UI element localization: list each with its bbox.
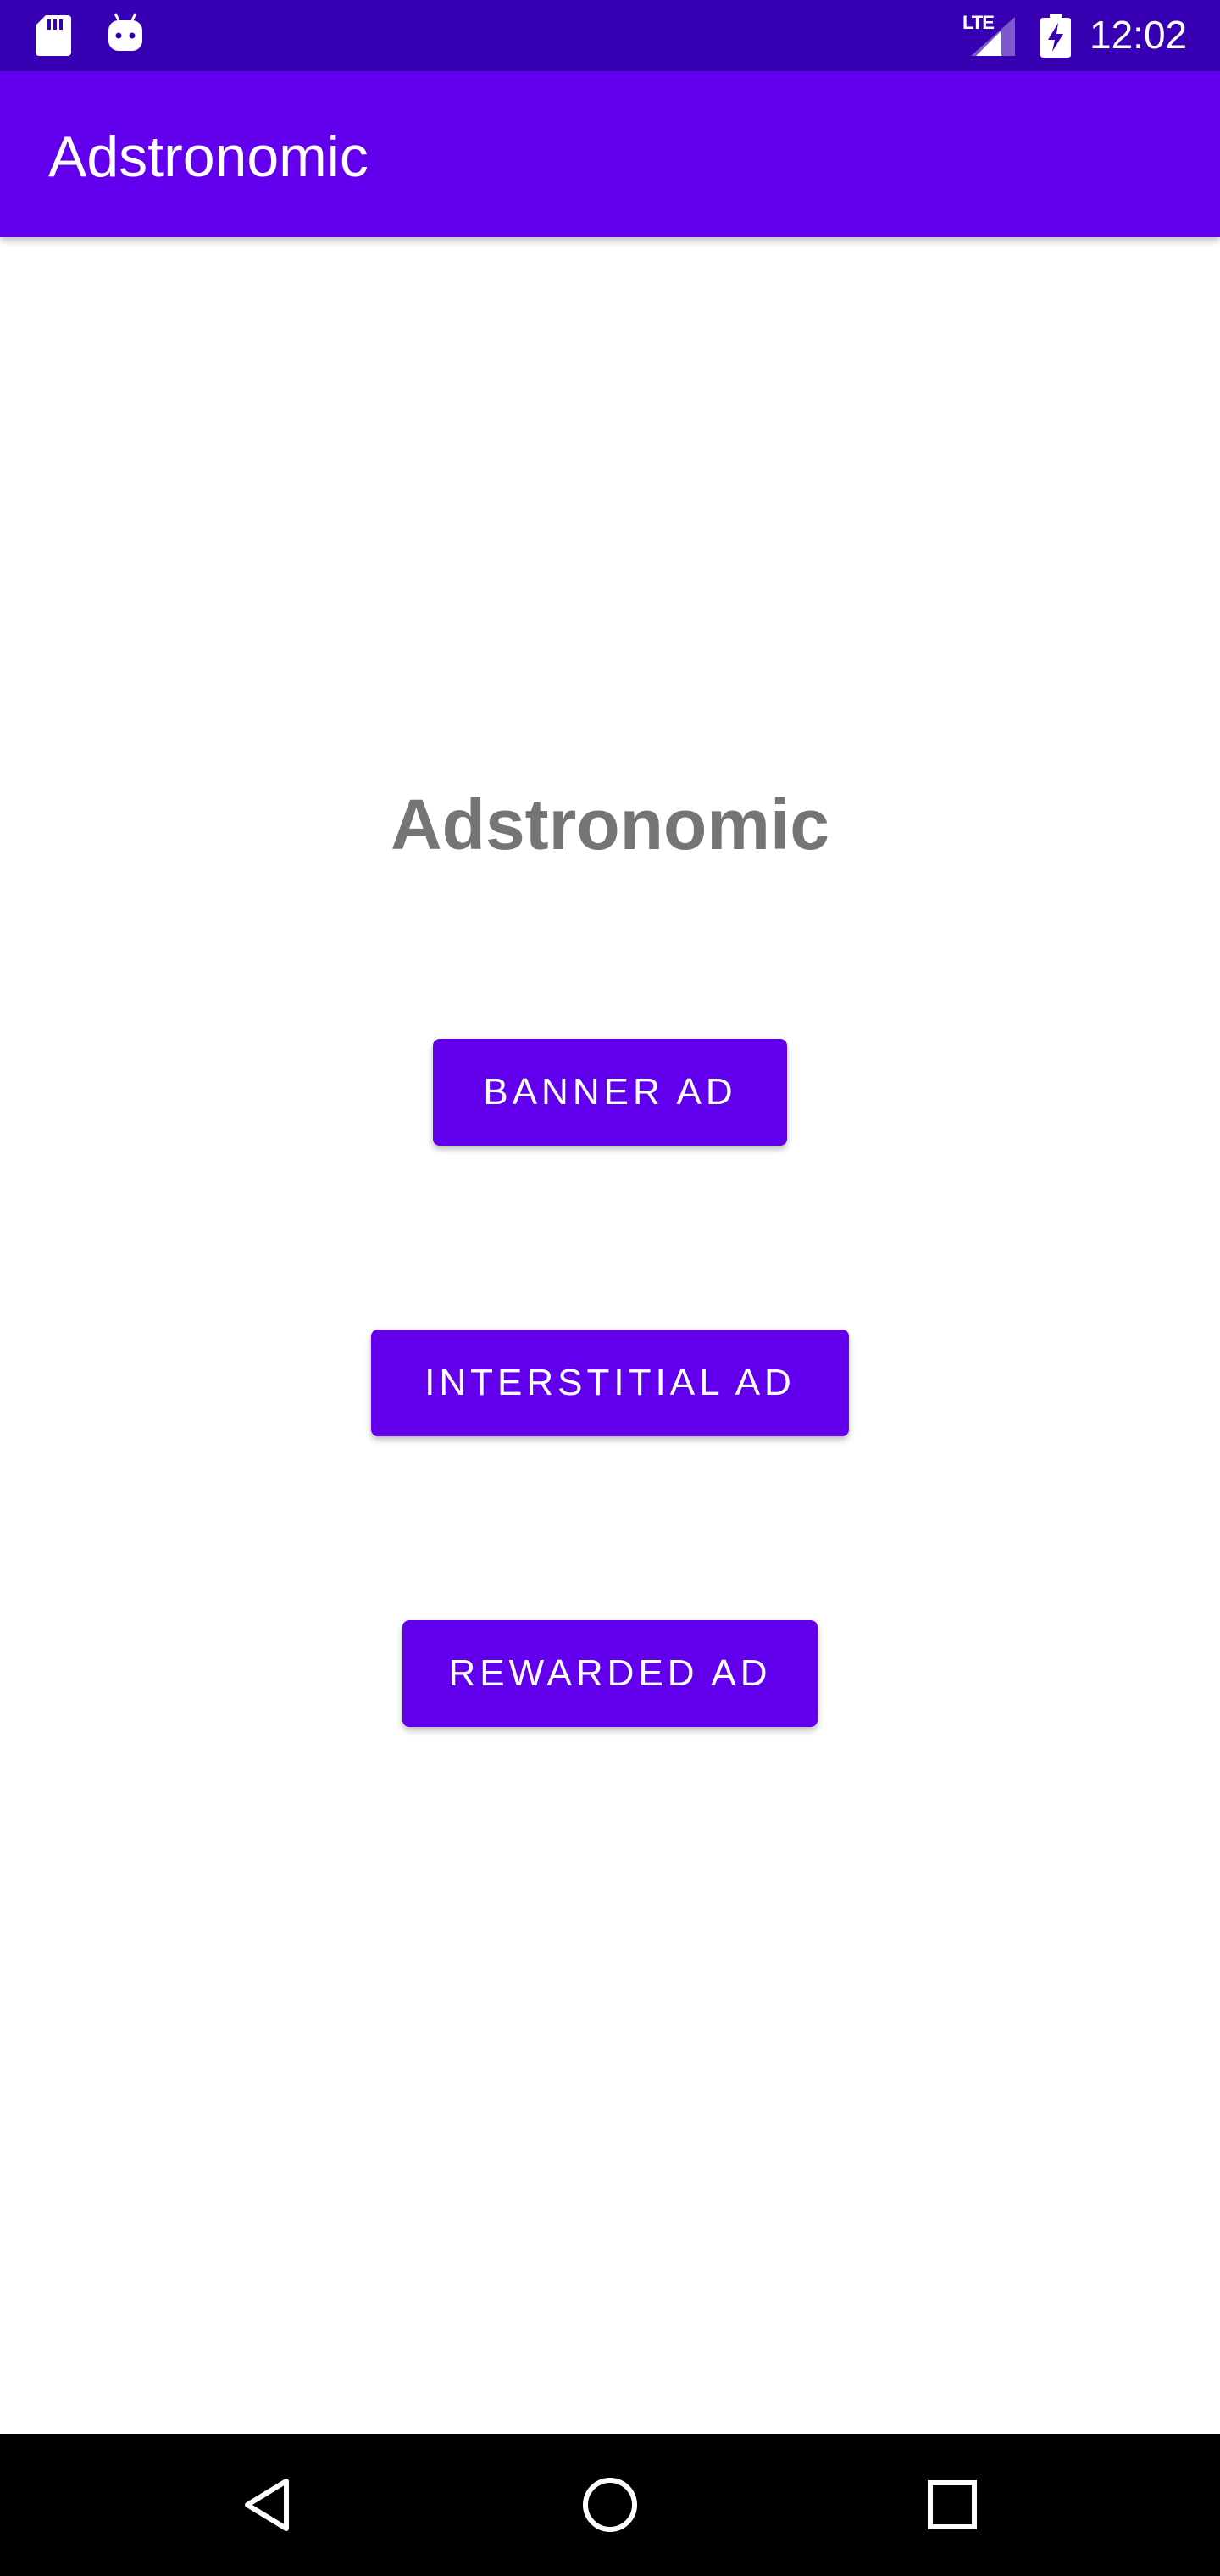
recents-icon[interactable] xyxy=(918,2471,986,2539)
interstitial-ad-button[interactable]: INTERSTITIAL AD xyxy=(371,1330,849,1436)
android-icon xyxy=(105,12,146,54)
navigation-bar xyxy=(0,2434,1220,2576)
clock: 12:02 xyxy=(1090,13,1188,57)
banner-ad-button[interactable]: BANNER AD xyxy=(433,1039,787,1146)
page-title: Adstronomic xyxy=(390,785,830,864)
home-icon[interactable] xyxy=(576,2471,644,2539)
back-icon[interactable] xyxy=(236,2471,303,2539)
status-bar: LTE 12:02 xyxy=(0,0,1220,71)
rewarded-ad-button[interactable]: REWARDED AD xyxy=(402,1620,818,1727)
signal-icon xyxy=(971,17,1015,56)
app-bar-title: Adstronomic xyxy=(48,125,369,189)
battery-charging-icon xyxy=(1040,14,1071,58)
screen: LTE 12:02 Adstronomic Adstronomic BANNER… xyxy=(0,0,1220,2576)
sd-card-icon xyxy=(36,15,71,56)
app-bar: Adstronomic xyxy=(0,71,1220,237)
